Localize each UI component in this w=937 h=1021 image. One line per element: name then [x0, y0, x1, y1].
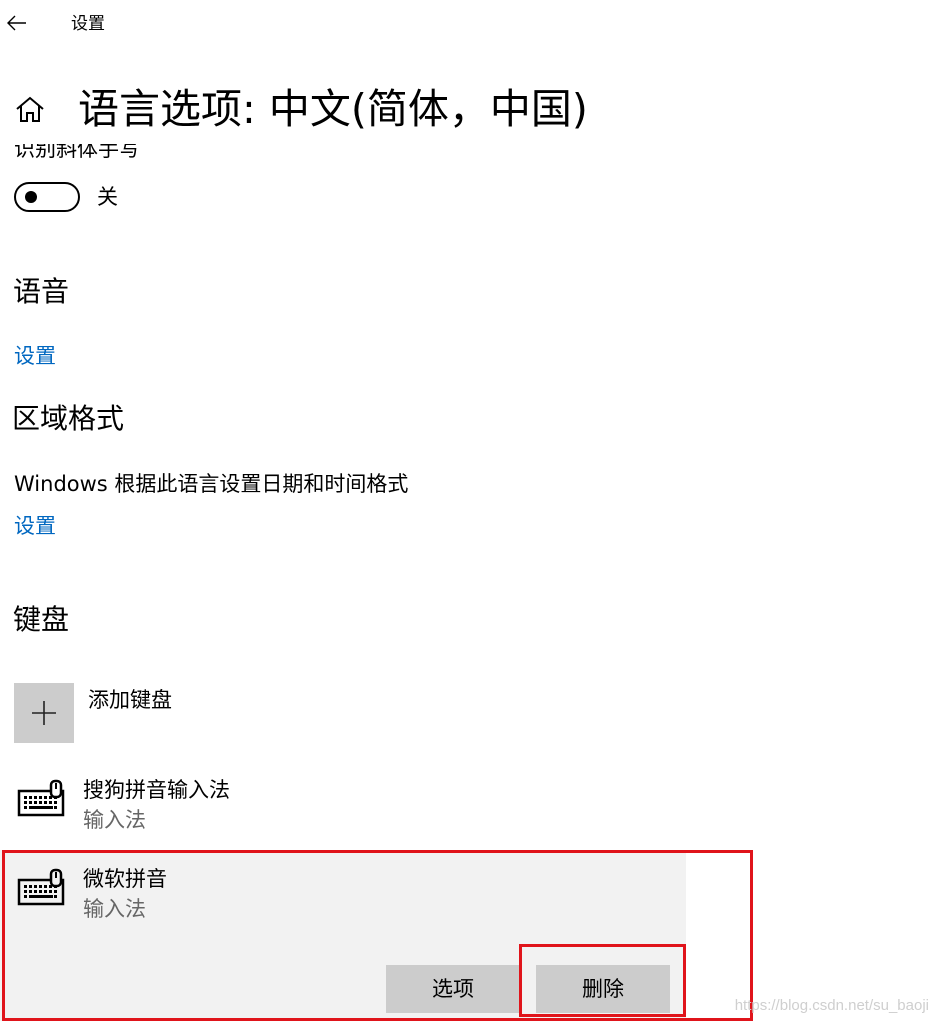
plus-icon — [32, 701, 56, 725]
watermark: https://blog.csdn.net/su_baoji — [734, 997, 929, 1014]
page-title: 语言选项: 中文(简体，中国) — [78, 85, 588, 133]
arrow-left-icon — [7, 15, 26, 31]
region-settings-link[interactable]: 设置 — [14, 512, 56, 540]
region-format-heading: 区域格式 — [12, 402, 125, 435]
add-keyboard-label[interactable]: 添加键盘 — [88, 686, 172, 714]
home-button[interactable] — [14, 94, 46, 126]
handwriting-setting-label: 识别斜体手写 — [14, 144, 140, 161]
speech-settings-link[interactable]: 设置 — [14, 342, 56, 370]
toggle-knob — [25, 191, 37, 203]
keyboard-item-name: 搜狗拼音输入法 — [83, 778, 230, 802]
keyboard-heading: 键盘 — [13, 603, 70, 636]
keyboard-item-sogou[interactable]: 搜狗拼音输入法 输入法 — [0, 764, 686, 844]
keyboard-item-type: 输入法 — [83, 808, 146, 832]
app-title: 设置 — [71, 14, 105, 34]
home-icon — [16, 96, 44, 122]
highlight-box-remove-button — [519, 944, 686, 1017]
speech-heading: 语音 — [13, 275, 70, 308]
back-button[interactable] — [0, 6, 34, 40]
keyboard-icon — [17, 779, 65, 817]
add-keyboard-button[interactable] — [14, 683, 74, 743]
handwriting-toggle[interactable] — [14, 182, 80, 212]
toggle-state-label: 关 — [97, 185, 118, 209]
region-format-description: Windows 根据此语言设置日期和时间格式 — [14, 472, 409, 496]
